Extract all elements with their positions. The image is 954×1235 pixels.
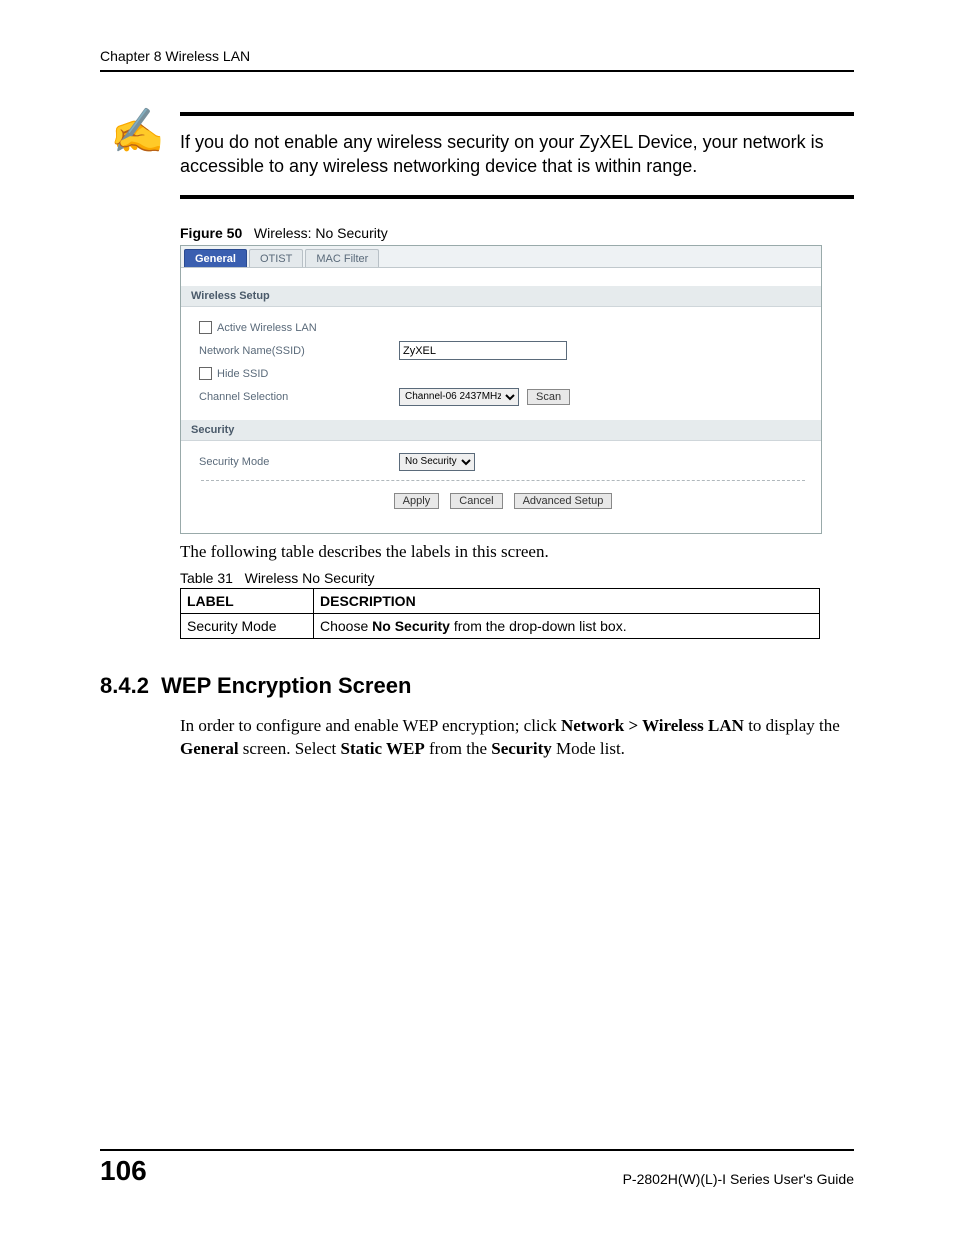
section-842-paragraph: In order to configure and enable WEP enc… (180, 715, 854, 761)
divider (201, 480, 805, 481)
hide-ssid-checkbox[interactable] (199, 367, 212, 380)
note-block: ✍ If you do not enable any wireless secu… (180, 112, 854, 199)
col-label-header: LABEL (181, 588, 314, 613)
hide-ssid-label: Hide SSID (217, 368, 268, 380)
tab-mac-filter[interactable]: MAC Filter (305, 249, 379, 267)
cell-description: Choose No Security from the drop-down li… (314, 613, 820, 638)
active-wireless-lan-checkbox[interactable] (199, 321, 212, 334)
col-description-header: DESCRIPTION (314, 588, 820, 613)
channel-selection-label: Channel Selection (199, 391, 399, 403)
advanced-setup-button[interactable]: Advanced Setup (514, 493, 613, 509)
table-intro-text: The following table describes the labels… (180, 542, 854, 562)
figure-label: Figure 50 (180, 225, 242, 241)
active-wireless-lan-label: Active Wireless LAN (217, 322, 317, 334)
figure-caption: Figure 50 Wireless: No Security (180, 225, 854, 241)
section-heading-842: 8.4.2 WEP Encryption Screen (100, 673, 854, 699)
table-label: Table 31 (180, 570, 233, 586)
table-caption: Table 31 Wireless No Security (180, 570, 854, 586)
security-mode-select[interactable]: No Security (399, 453, 475, 471)
table-header-row: LABEL DESCRIPTION (181, 588, 820, 613)
security-mode-label: Security Mode (199, 456, 399, 468)
screenshot-wireless-no-security: General OTIST MAC Filter Wireless Setup … (180, 245, 822, 534)
scan-button[interactable]: Scan (527, 389, 570, 405)
page-footer: 106 P-2802H(W)(L)-I Series User's Guide (100, 1149, 854, 1187)
page-number: 106 (100, 1155, 147, 1187)
note-text: If you do not enable any wireless securi… (180, 130, 854, 179)
table-title: Wireless No Security (245, 570, 375, 586)
section-security-header: Security (181, 420, 821, 441)
figure-title: Wireless: No Security (254, 225, 388, 241)
cell-label: Security Mode (181, 613, 314, 638)
cancel-button[interactable]: Cancel (450, 493, 502, 509)
tab-general[interactable]: General (184, 249, 247, 267)
note-icon: ✍ (110, 110, 165, 154)
section-wireless-setup-header: Wireless Setup (181, 286, 821, 307)
running-header: Chapter 8 Wireless LAN (100, 48, 854, 72)
table-row: Security Mode Choose No Security from th… (181, 613, 820, 638)
guide-name: P-2802H(W)(L)-I Series User's Guide (623, 1171, 854, 1187)
ssid-input[interactable] (399, 341, 567, 360)
tab-otist[interactable]: OTIST (249, 249, 303, 267)
ssid-label: Network Name(SSID) (199, 345, 399, 357)
channel-select[interactable]: Channel-06 2437MHz (399, 388, 519, 406)
description-table: LABEL DESCRIPTION Security Mode Choose N… (180, 588, 820, 639)
apply-button[interactable]: Apply (394, 493, 440, 509)
tabs-bar: General OTIST MAC Filter (181, 246, 821, 268)
